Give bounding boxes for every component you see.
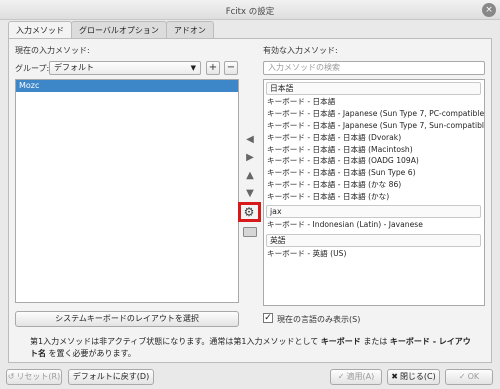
reset-button-label: リセット(R) [16,372,61,381]
group-label: グループ: [15,64,50,73]
available-im-heading: 有効な入力メソッド: [263,46,338,55]
group-select[interactable]: デフォルト ▼ [49,61,201,75]
list-item[interactable]: キーボード - Indonesian (Latin) - Javanese [264,219,484,231]
apply-button[interactable]: ✓ 適用(A) [330,369,382,385]
list-item[interactable]: キーボード - 日本語 [264,96,484,108]
tab-bar: 入力メソッド グローバルオプション アドオン [8,21,214,40]
add-group-button[interactable]: + [206,61,220,75]
close-icon: ✖ [391,372,398,381]
restore-default-button[interactable]: デフォルトに戻す(D) [68,369,154,385]
gear-icon[interactable]: ⚙ [242,205,256,219]
group-select-value: デフォルト [54,63,94,72]
list-item[interactable]: キーボード - 日本語 - 日本語 (Dvorak) [264,132,484,144]
select-system-keyboard-layout-button[interactable]: システムキーボードのレイアウトを選択 [15,311,239,327]
available-im-list[interactable]: 日本語 キーボード - 日本語 キーボード - 日本語 - Japanese (… [263,79,485,306]
only-current-language-checkbox[interactable]: ✓ [263,313,273,323]
list-item[interactable]: キーボード - 日本語 - 日本語 (Sun Type 6) [264,167,484,179]
list-item[interactable]: キーボード - 日本語 - 日本語 (かな 86) [264,179,484,191]
info-text: 第1入力メソッドは非アクティブ状態になります。通常は第1入力メソッドとして キー… [30,336,475,360]
bottom-bar: ↺ リセット(R) デフォルトに戻す(D) ✓ 適用(A) ✖ 閉じる(C) ✓ OK [0,364,500,389]
arrow-down-icon[interactable]: ▼ [243,187,257,201]
reset-icon: ↺ [7,372,15,381]
remove-group-button[interactable]: − [224,61,238,75]
current-im-heading: 現在の入力メソッド: [15,46,90,55]
ok-button[interactable]: ✓ OK [445,369,493,385]
list-item[interactable]: キーボード - 日本語 - 日本語 (かな) [264,191,484,203]
info-text-part: を置く必要があります。 [46,349,136,358]
ok-button-label: OK [467,372,480,381]
list-item[interactable]: キーボード - 英語 (US) [264,248,484,260]
list-item[interactable]: キーボード - 日本語 - Japanese (Sun Type 7, PC-c… [264,108,484,120]
arrow-left-icon[interactable]: ◀ [243,133,257,147]
group-header-english: 英語 [266,233,481,247]
tab-global-options[interactable]: グローバルオプション [71,21,167,39]
tab-addons[interactable]: アドオン [165,21,214,39]
arrow-up-icon[interactable]: ▲ [243,169,257,183]
info-text-bold: キーボード [320,337,361,346]
list-item[interactable]: キーボード - 日本語 - 日本語 (OADG 109A) [264,155,484,167]
list-item[interactable]: キーボード - 日本語 - 日本語 (Macintosh) [264,144,484,156]
info-text-part: または [360,337,390,346]
check-icon: ✓ [458,372,466,381]
keyboard-icon[interactable] [243,227,257,237]
group-header-japanese: 日本語 [266,82,481,95]
apply-button-label: 適用(A) [346,372,375,381]
list-item[interactable]: Mozc [16,80,238,92]
current-im-list[interactable]: Mozc [15,79,239,303]
only-current-language-label: 現在の言語のみ表示(S) [277,315,361,324]
info-text-part: 第1入力メソッドは非アクティブ状態になります。通常は第1入力メソッドとして [30,337,321,346]
window-title: Fcitx の設定 [225,7,275,17]
check-icon: ✓ [337,372,345,381]
arrow-right-icon[interactable]: ▶ [243,151,257,165]
list-item[interactable]: キーボード - 日本語 - Japanese (Sun Type 7, Sun-… [264,120,484,132]
window-close-button[interactable]: × [482,3,496,17]
reset-button[interactable]: ↺ リセット(R) [6,369,62,385]
close-button-label: 閉じる(C) [399,372,436,381]
title-bar: Fcitx の設定 × [0,0,500,20]
group-header-jax: jax [266,205,481,219]
close-button[interactable]: ✖ 閉じる(C) [387,369,440,385]
search-input[interactable]: 入力メソッドの検索 [263,61,485,75]
chevron-down-icon: ▼ [190,64,196,72]
